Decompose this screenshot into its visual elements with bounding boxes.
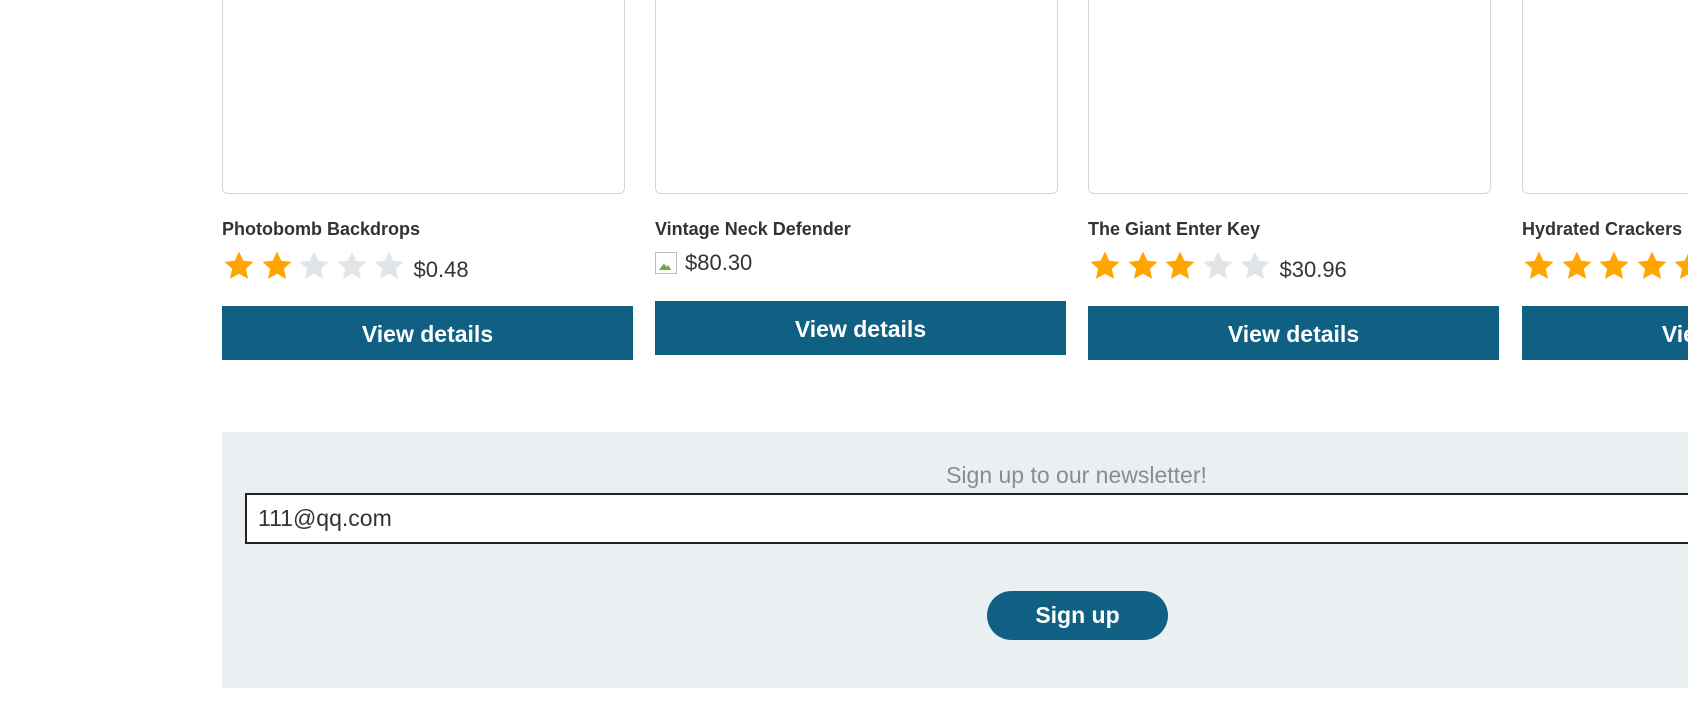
product-name[interactable]: The Giant Enter Key	[1088, 219, 1260, 240]
star-filled-icon	[1126, 249, 1160, 283]
product-rating	[1522, 248, 1688, 284]
product-image[interactable]	[1088, 0, 1491, 194]
star-filled-icon	[1672, 249, 1688, 283]
view-details-button[interactable]: View details	[1522, 306, 1688, 360]
star-rating	[1522, 249, 1688, 283]
product-name[interactable]: Photobomb Backdrops	[222, 219, 420, 240]
star-empty-icon	[372, 249, 406, 283]
star-empty-icon	[297, 249, 331, 283]
broken-image-icon	[655, 252, 677, 274]
product-name[interactable]: Vintage Neck Defender	[655, 219, 851, 240]
product-image[interactable]	[222, 0, 625, 194]
product-rating: $0.48	[222, 248, 469, 284]
star-rating	[1088, 249, 1276, 283]
star-empty-icon	[335, 249, 369, 283]
product-grid: Photobomb Backdrops $0.48 View details V…	[222, 0, 1688, 370]
star-empty-icon	[1238, 249, 1272, 283]
product-price: $80.30	[685, 250, 753, 275]
product-price: $30.96	[1279, 257, 1347, 282]
product-rating: $80.30	[655, 250, 752, 276]
star-empty-icon	[1201, 249, 1235, 283]
product-rating: $30.96	[1088, 248, 1347, 284]
star-filled-icon	[222, 249, 256, 283]
product-image[interactable]	[1522, 0, 1688, 194]
product-name[interactable]: Hydrated Crackers	[1522, 219, 1682, 240]
view-details-button[interactable]: View details	[1088, 306, 1499, 360]
star-filled-icon	[1163, 249, 1197, 283]
star-filled-icon	[1597, 249, 1631, 283]
email-field[interactable]	[245, 493, 1688, 544]
star-filled-icon	[1522, 249, 1556, 283]
product-price: $0.48	[413, 257, 469, 282]
star-rating	[222, 249, 410, 283]
newsletter-heading: Sign up to our newsletter!	[946, 462, 1207, 488]
view-details-button[interactable]: View details	[222, 306, 633, 360]
star-filled-icon	[1560, 249, 1594, 283]
star-filled-icon	[260, 249, 294, 283]
star-filled-icon	[1635, 249, 1669, 283]
star-filled-icon	[1088, 249, 1122, 283]
page: Photobomb Backdrops $0.48 View details V…	[0, 0, 1688, 702]
product-image[interactable]	[655, 0, 1058, 194]
signup-button[interactable]: Sign up	[987, 591, 1168, 640]
newsletter-section: Sign up to our newsletter! Sign up	[222, 432, 1688, 688]
view-details-button[interactable]: View details	[655, 301, 1066, 355]
